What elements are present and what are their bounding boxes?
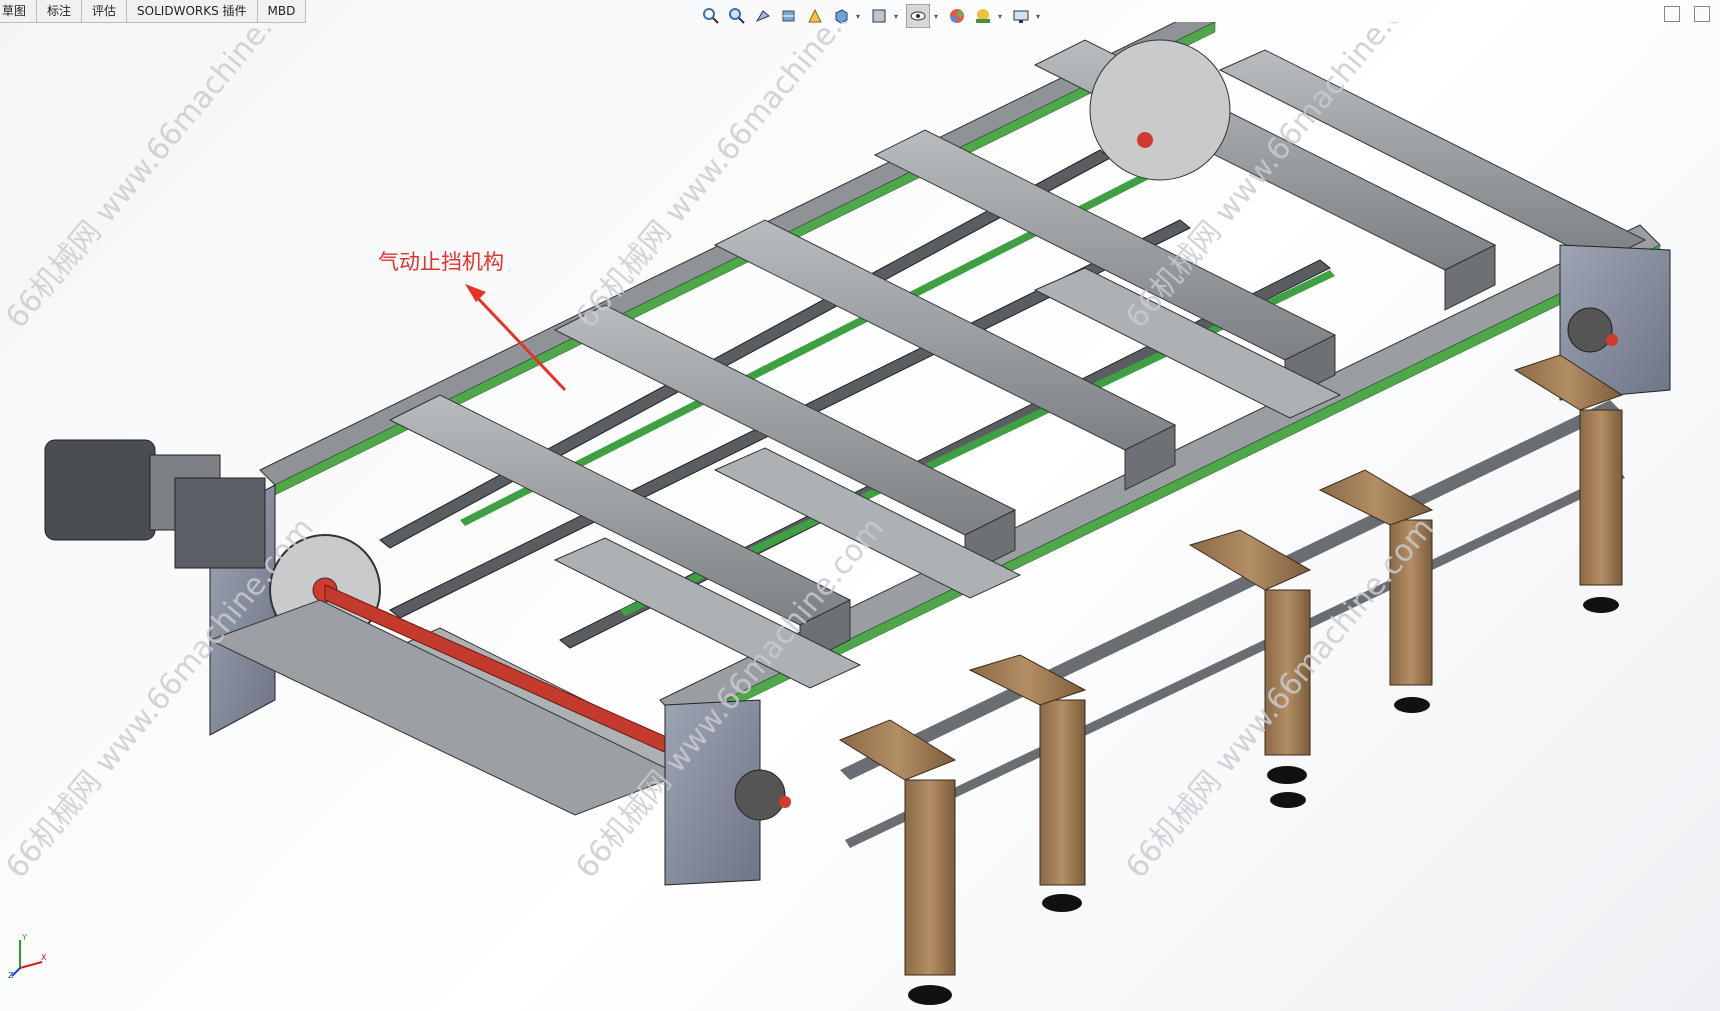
- triad-x-label: X: [41, 953, 47, 962]
- command-manager-tabs: 草图 标注 评估 SOLIDWORKS 插件 MBD: [0, 0, 307, 23]
- tab-evaluate[interactable]: 评估: [82, 0, 128, 22]
- chevron-down-icon[interactable]: ▾: [856, 12, 864, 21]
- model-viewport[interactable]: 66机械网 www.66machine.com 66机械网 www.66mach…: [0, 22, 1720, 1011]
- triad-y-label: Y: [21, 933, 27, 942]
- triad-z-label: Z: [8, 971, 14, 980]
- pneumatic-stopper-label: 气动止挡机构: [378, 250, 504, 274]
- tab-mbd[interactable]: MBD: [257, 0, 307, 22]
- chevron-down-icon[interactable]: ▾: [934, 12, 942, 21]
- restore-pane-icon[interactable]: [1664, 6, 1680, 22]
- chevron-down-icon[interactable]: ▾: [998, 12, 1006, 21]
- reference-triad: Y X Z: [8, 933, 47, 980]
- chevron-down-icon[interactable]: ▾: [894, 12, 902, 21]
- chevron-down-icon[interactable]: ▾: [1036, 12, 1044, 21]
- gear-motor: [44, 439, 266, 569]
- maximize-pane-icon[interactable]: [1694, 6, 1710, 22]
- tab-solidworks-addins[interactable]: SOLIDWORKS 插件: [127, 0, 258, 22]
- tab-sketch[interactable]: 草图: [0, 0, 38, 22]
- watermark-1: 66机械网 www.66machine.com: [0, 22, 321, 335]
- window-controls: [1664, 6, 1710, 22]
- tab-markup[interactable]: 标注: [37, 0, 83, 22]
